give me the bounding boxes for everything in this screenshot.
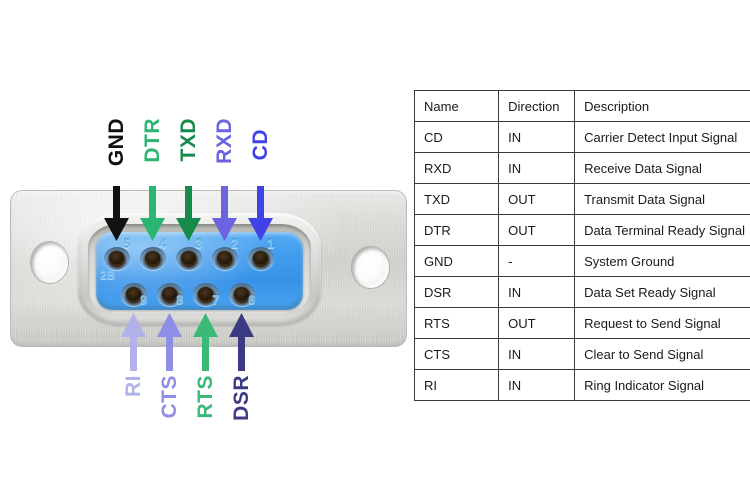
cell-description: Request to Send Signal [574,307,750,339]
cell-direction: IN [498,276,576,308]
header-description: Description [574,90,750,122]
cell-name: DTR [413,214,500,246]
cell-name: TXD [413,183,500,215]
table-row: RI IN Ring Indicator Signal [413,369,750,401]
header-name: Name [413,90,500,122]
annotation-label-gnd: GND [105,118,128,167]
table-row: GND - System Ground [413,245,750,277]
table-header-row: Name Direction Description [413,90,750,122]
annotation-label-rxd: RXD [213,118,236,164]
insulator-marking: 2B [100,268,116,282]
table-row: RTS OUT Request to Send Signal [413,307,750,339]
cell-name: RI [413,369,500,401]
arrow-up-rts [193,313,218,371]
cell-description: Receive Data Signal [574,152,750,184]
diagram-canvas: 2B 5 4 3 2 1 9 8 7 6 GND DTR TXD RXD CD … [0,0,750,500]
annotation-label-dtr: DTR [141,118,164,163]
arrow-down-txd [176,186,201,241]
pin-number-9: 9 [140,292,148,307]
cell-name: CTS [413,338,500,370]
arrow-up-cts [157,313,182,371]
table-row: CTS IN Clear to Send Signal [413,338,750,370]
pin-number-6: 6 [248,292,256,307]
annotation-label-rts: RTS [194,375,217,419]
arrow-up-ri [121,313,146,371]
arrow-down-rxd [212,186,237,241]
header-direction: Direction [498,90,576,122]
cell-name: CD [413,121,500,153]
cell-description: System Ground [574,245,750,277]
cell-direction: IN [498,152,576,184]
cell-name: RTS [413,307,500,339]
cell-direction: OUT [498,214,576,246]
cell-direction: - [498,245,576,277]
annotation-label-cd: CD [249,129,272,161]
table-row: TXD OUT Transmit Data Signal [413,183,750,215]
cell-description: Data Set Ready Signal [574,276,750,308]
arrow-down-dtr [140,186,165,241]
annotation-label-ri: RI [122,375,145,397]
table-row: DTR OUT Data Terminal Ready Signal [413,214,750,246]
cell-description: Data Terminal Ready Signal [574,214,750,246]
pinout-table: Name Direction Description CD IN Carrier… [413,90,750,401]
table-row: RXD IN Receive Data Signal [413,152,750,184]
db9-connector-figure: 2B 5 4 3 2 1 9 8 7 6 GND DTR TXD RXD CD … [0,0,410,500]
cell-direction: IN [498,338,576,370]
cell-name: DSR [413,276,500,308]
cell-description: Clear to Send Signal [574,338,750,370]
pinout-table-body: Name Direction Description CD IN Carrier… [413,90,750,401]
annotation-label-txd: TXD [177,118,200,162]
arrow-down-gnd [104,186,129,241]
cell-direction: IN [498,121,576,153]
cell-direction: OUT [498,307,576,339]
pin-number-7: 7 [212,292,220,307]
screw-hole-right [352,247,389,288]
cell-description: Carrier Detect Input Signal [574,121,750,153]
cell-name: RXD [413,152,500,184]
arrow-down-cd [248,186,273,241]
cell-direction: IN [498,369,576,401]
screw-hole-left [31,242,68,283]
cell-description: Ring Indicator Signal [574,369,750,401]
cell-description: Transmit Data Signal [574,183,750,215]
cell-name: GND [413,245,500,277]
cell-direction: OUT [498,183,576,215]
table-row: DSR IN Data Set Ready Signal [413,276,750,308]
pin-number-8: 8 [176,292,184,307]
arrow-up-dsr [229,313,254,371]
annotation-label-cts: CTS [158,375,181,419]
annotation-label-dsr: DSR [230,375,253,421]
table-row: CD IN Carrier Detect Input Signal [413,121,750,153]
